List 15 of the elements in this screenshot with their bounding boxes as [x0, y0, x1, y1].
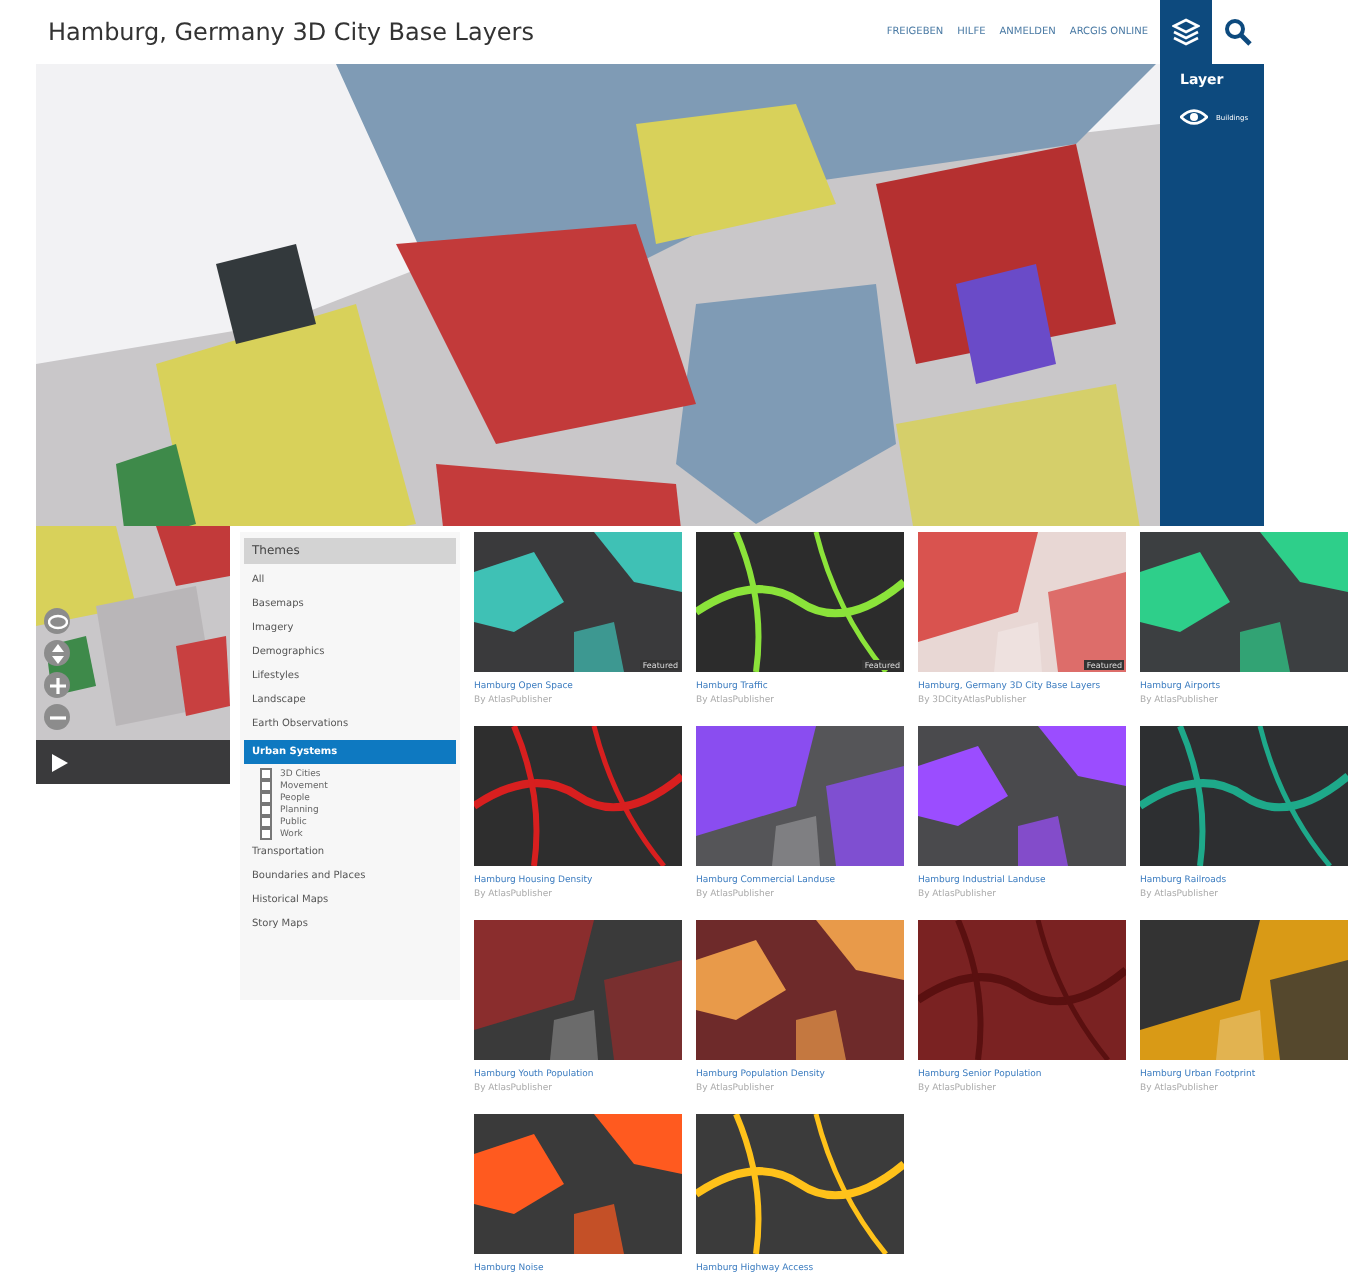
app-title: Hamburg, Germany 3D City Base Layers: [46, 18, 536, 46]
layers-button[interactable]: [1160, 0, 1212, 64]
compass-icon: [47, 611, 67, 631]
layers-icon: [1172, 18, 1200, 46]
pan-icon: [47, 643, 67, 663]
checkbox[interactable]: [260, 792, 272, 804]
checkbox[interactable]: [260, 780, 272, 792]
search-icon: [1224, 18, 1252, 46]
checkbox[interactable]: [260, 828, 272, 840]
play-icon[interactable]: [52, 753, 68, 771]
checkbox[interactable]: [260, 768, 272, 780]
eye-icon[interactable]: [1180, 108, 1208, 126]
checkbox[interactable]: [260, 816, 272, 828]
plus-icon: [49, 677, 65, 693]
checkbox[interactable]: [260, 804, 272, 816]
